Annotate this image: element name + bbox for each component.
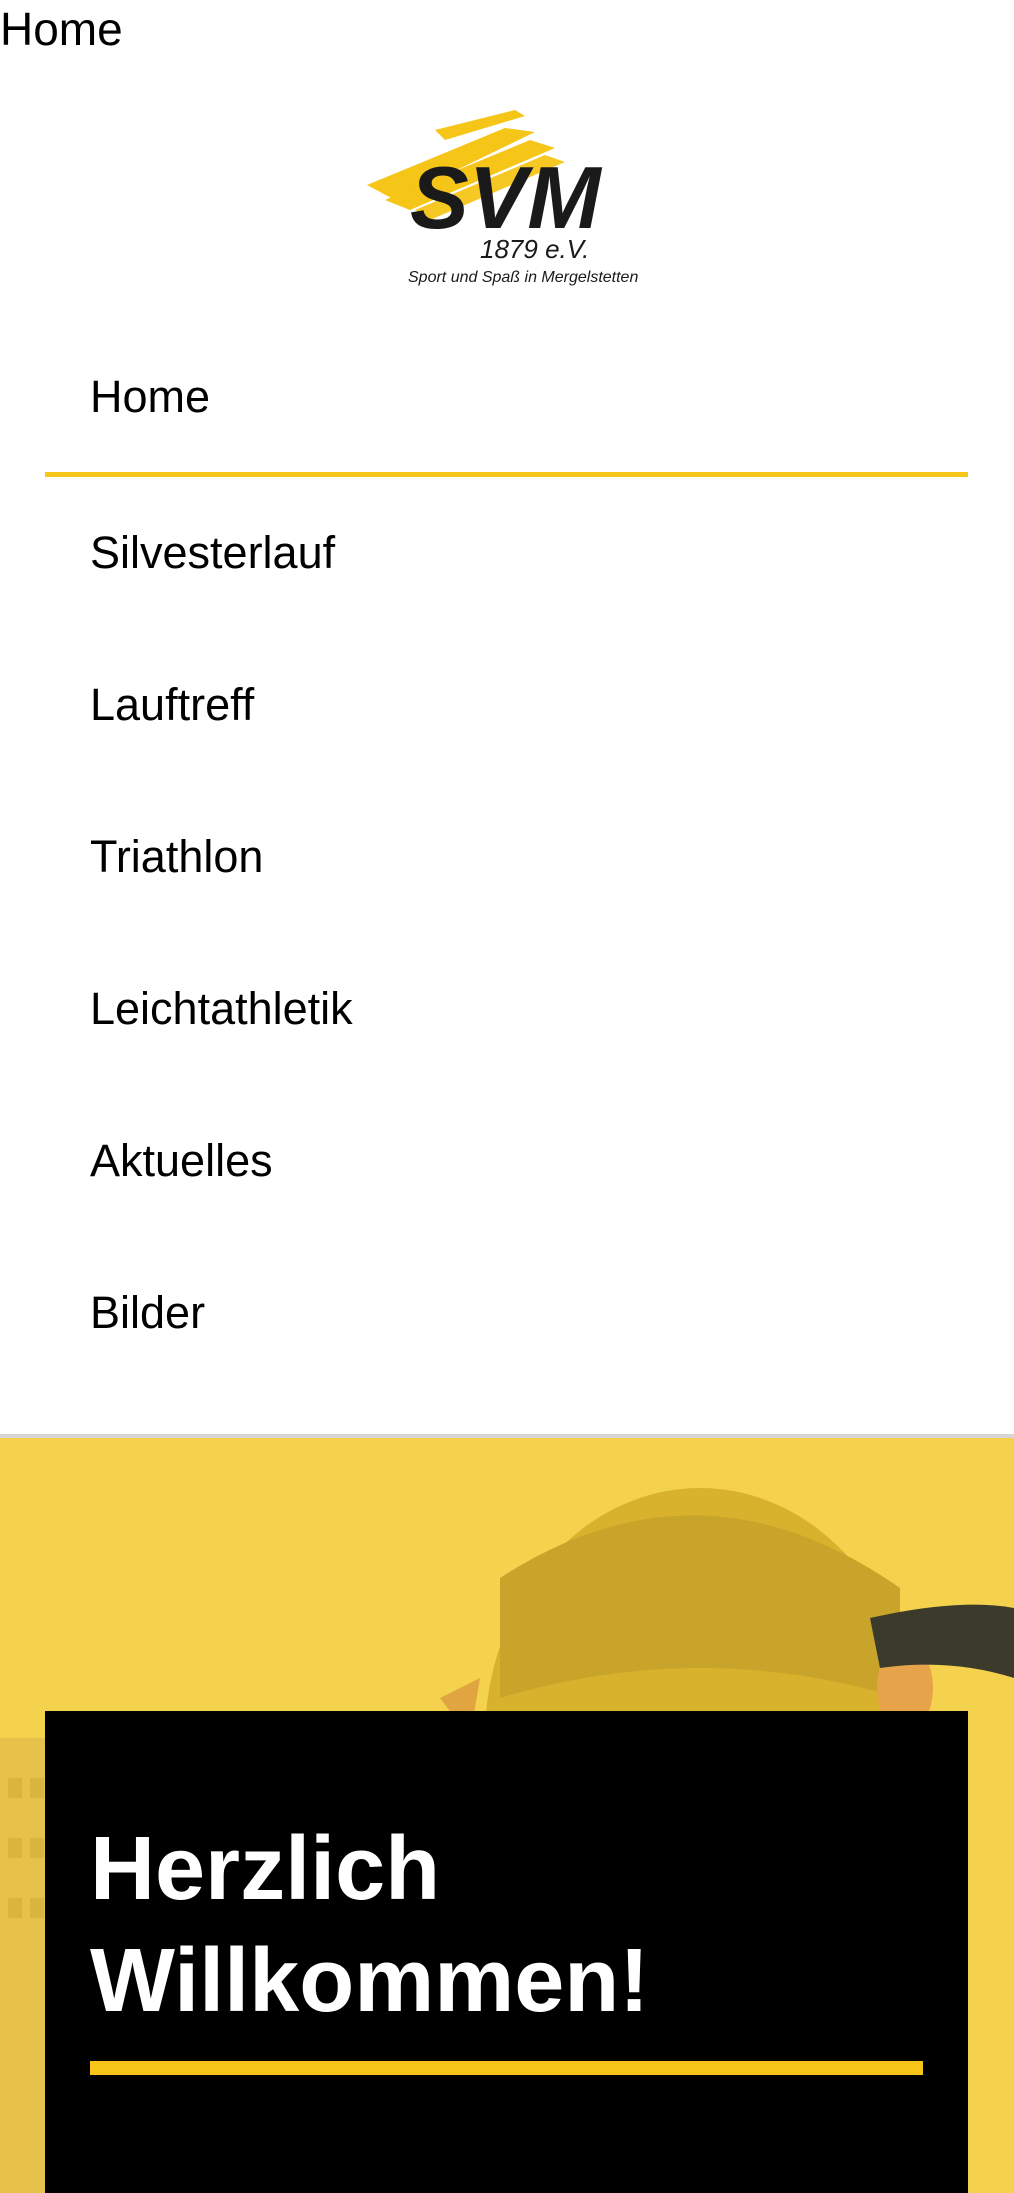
nav-item-bilder[interactable]: Bilder <box>45 1237 968 1389</box>
nav-item-triathlon[interactable]: Triathlon <box>45 781 968 933</box>
svm-logo[interactable]: SVM 1879 e.V. Sport und Spaß in Mergelst… <box>355 110 665 290</box>
welcome-panel: Herzlich Willkommen! <box>45 1711 968 2193</box>
nav-item-home[interactable]: Home <box>45 322 968 477</box>
welcome-heading: Herzlich Willkommen! <box>90 1813 930 2037</box>
welcome-heading-line1: Herzlich <box>90 1819 441 1919</box>
nav-item-label: Leichtathletik <box>90 983 353 1034</box>
main-navigation: Home Silvesterlauf Lauftreff Triathlon L… <box>45 322 968 1389</box>
logo-wordmark: SVM <box>410 148 602 247</box>
nav-item-aktuelles[interactable]: Aktuelles <box>45 1085 968 1237</box>
nav-item-label: Aktuelles <box>90 1135 273 1186</box>
welcome-divider <box>90 2061 923 2075</box>
nav-item-leichtathletik[interactable]: Leichtathletik <box>45 933 968 1085</box>
logo-year: 1879 e.V. <box>480 234 589 264</box>
welcome-heading-line2: Willkommen! <box>90 1931 650 2031</box>
nav-item-label: Silvesterlauf <box>90 527 336 578</box>
nav-item-silvesterlauf[interactable]: Silvesterlauf <box>45 477 968 629</box>
nav-item-label: Home <box>90 371 211 422</box>
nav-item-label: Bilder <box>90 1287 206 1338</box>
logo-tagline: Sport und Spaß in Mergelstetten <box>408 269 638 286</box>
nav-item-lauftreff[interactable]: Lauftreff <box>45 629 968 781</box>
nav-item-label: Lauftreff <box>90 679 255 730</box>
nav-item-label: Triathlon <box>90 831 264 882</box>
page-title: Home <box>0 3 123 55</box>
